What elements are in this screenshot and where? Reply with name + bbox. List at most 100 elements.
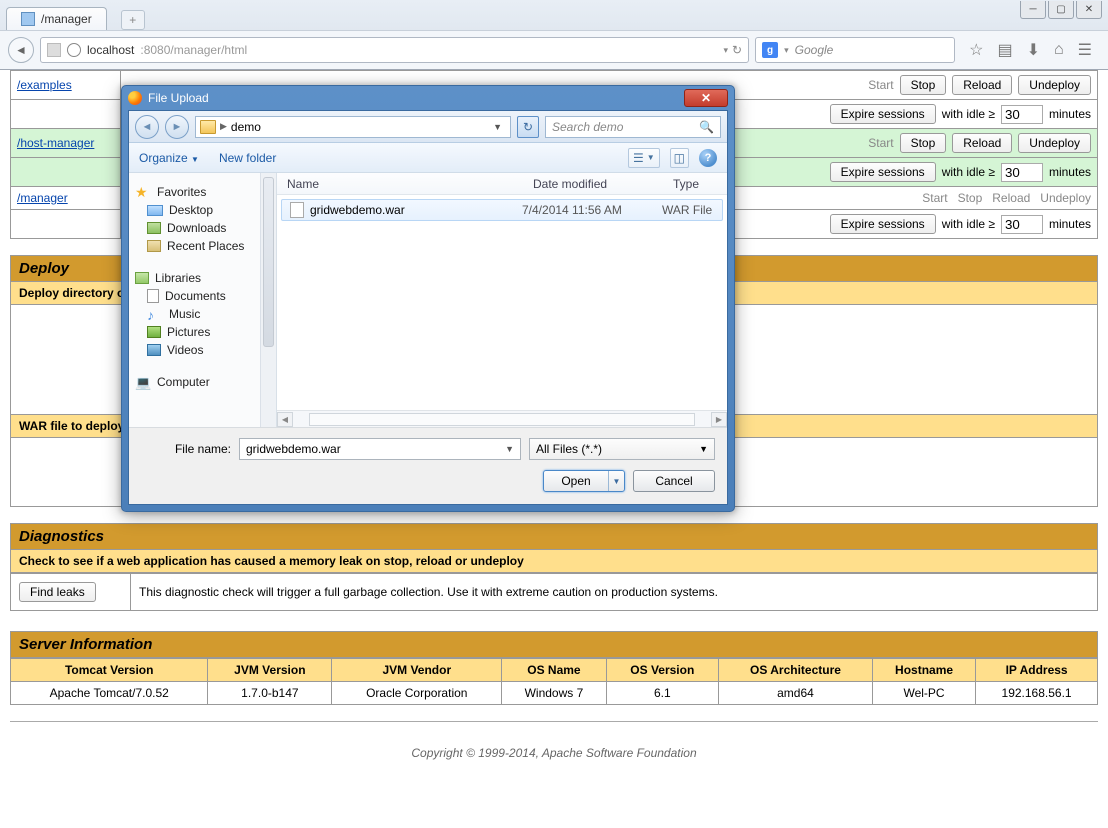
sidebar-desktop[interactable]: Desktop — [129, 201, 276, 219]
dialog-sidebar: ★Favorites Desktop Downloads Recent Plac… — [129, 173, 277, 427]
idle-input[interactable] — [1001, 215, 1043, 234]
stop-button[interactable]: Stop — [900, 75, 947, 95]
browser-search-input[interactable]: g ▾ Google — [755, 37, 955, 63]
dialog-nav: ◄ ► ▶ demo ▼ ↻ Search demo 🔍 — [129, 111, 727, 143]
tab-title: /manager — [41, 12, 92, 26]
preview-pane-button[interactable]: ◫ — [670, 148, 689, 168]
dialog-close-button[interactable]: ✕ — [684, 89, 728, 107]
dialog-search-input[interactable]: Search demo 🔍 — [545, 116, 721, 138]
copyright: Copyright © 1999-2014, Apache Software F… — [0, 746, 1108, 760]
undeploy-button[interactable]: Undeploy — [1018, 133, 1091, 153]
url-host: localhost — [87, 43, 134, 57]
url-input[interactable]: localhost:8080/manager/html ▾ ↻ — [40, 37, 749, 63]
scroll-right-button[interactable]: ▶ — [711, 412, 727, 427]
downloads-icon[interactable]: ⬇ — [1027, 40, 1040, 60]
sidebar-computer[interactable]: 💻Computer — [129, 373, 276, 391]
home-icon[interactable]: ⌂ — [1054, 41, 1064, 59]
expire-sessions-button[interactable]: Expire sessions — [830, 162, 936, 182]
favicon-icon — [21, 12, 35, 26]
sidebar-downloads[interactable]: Downloads — [129, 219, 276, 237]
file-type-select[interactable]: All Files (*.*)▼ — [529, 438, 715, 460]
file-hscrollbar[interactable]: ◀ ▶ — [277, 410, 727, 427]
open-button[interactable]: Open▼ — [543, 470, 625, 492]
diagnostics-header: Diagnostics — [10, 523, 1098, 550]
organize-menu[interactable]: Organize ▼ — [139, 151, 199, 165]
identity-icon — [47, 43, 61, 57]
reload-icon[interactable]: ↻ — [732, 43, 742, 57]
menu-icon[interactable]: ☰ — [1078, 40, 1092, 60]
column-name[interactable]: Name — [277, 177, 523, 191]
chevron-down-icon[interactable]: ▼ — [505, 444, 514, 454]
cancel-button[interactable]: Cancel — [633, 470, 715, 492]
bookmark-icon[interactable]: ☆ — [969, 40, 983, 60]
open-dropdown-icon[interactable]: ▼ — [608, 471, 624, 491]
reader-icon[interactable]: ▤ — [997, 40, 1012, 60]
expire-sessions-button[interactable]: Expire sessions — [830, 214, 936, 234]
sidebar-music[interactable]: ♪Music — [129, 305, 276, 323]
libraries-icon — [135, 272, 149, 284]
list-icon: ☰ — [633, 151, 644, 165]
app-path[interactable]: /examples — [17, 78, 72, 92]
reload-button[interactable]: Reload — [952, 75, 1012, 95]
stop-button[interactable]: Stop — [900, 133, 947, 153]
chevron-right-icon: ▶ — [220, 121, 227, 132]
back-button[interactable]: ◄ — [8, 37, 34, 63]
browser-chrome: ─ ▢ ✕ /manager + ◄ localhost:8080/manage… — [0, 0, 1108, 70]
undeploy-button[interactable]: Undeploy — [1018, 75, 1091, 95]
desktop-icon — [147, 205, 163, 216]
file-row[interactable]: gridwebdemo.war 7/4/2014 11:56 AM WAR Fi… — [281, 199, 723, 221]
scrollbar-thumb[interactable] — [263, 177, 274, 347]
idle-suffix: minutes — [1049, 107, 1091, 121]
dialog-titlebar[interactable]: File Upload ✕ — [122, 86, 734, 110]
url-extras: ▾ ↻ — [724, 43, 743, 57]
file-date: 7/4/2014 11:56 AM — [522, 203, 662, 217]
nav-back-button[interactable]: ◄ — [135, 115, 159, 139]
navigation-bar: ◄ localhost:8080/manager/html ▾ ↻ g ▾ Go… — [0, 30, 1108, 69]
sidebar-favorites[interactable]: ★Favorites — [129, 183, 276, 201]
scroll-left-button[interactable]: ◀ — [277, 412, 293, 427]
new-tab-button[interactable]: + — [121, 10, 145, 30]
folder-icon — [200, 120, 216, 134]
search-placeholder: Google — [795, 43, 834, 57]
google-icon: g — [762, 42, 778, 58]
close-window-button[interactable]: ✕ — [1076, 1, 1102, 19]
new-folder-button[interactable]: New folder — [219, 151, 276, 165]
toolbar-icons: ☆ ▤ ⬇ ⌂ ☰ — [961, 40, 1100, 60]
app-path[interactable]: /manager — [17, 191, 68, 205]
breadcrumb-item[interactable]: demo — [231, 120, 261, 134]
file-icon — [290, 202, 304, 218]
app-path[interactable]: /host-manager — [17, 136, 94, 150]
tab-bar: /manager + — [0, 0, 1108, 30]
filename-input[interactable]: gridwebdemo.war▼ — [239, 438, 521, 460]
nav-forward-button[interactable]: ► — [165, 115, 189, 139]
downloads-icon — [147, 222, 161, 234]
chevron-down-icon[interactable]: ▼ — [493, 122, 506, 132]
minimize-button[interactable]: ─ — [1020, 1, 1046, 19]
find-leaks-button[interactable]: Find leaks — [19, 582, 96, 602]
sidebar-recent[interactable]: Recent Places — [129, 237, 276, 255]
sidebar-scrollbar[interactable] — [260, 173, 276, 427]
videos-icon — [147, 344, 161, 356]
sidebar-pictures[interactable]: Pictures — [129, 323, 276, 341]
view-mode-button[interactable]: ☰▼ — [628, 148, 660, 168]
maximize-button[interactable]: ▢ — [1048, 1, 1074, 19]
search-icon: 🔍 — [699, 120, 714, 134]
browser-tab[interactable]: /manager — [6, 7, 107, 30]
expire-sessions-button[interactable]: Expire sessions — [830, 104, 936, 124]
reload-button[interactable]: Reload — [952, 133, 1012, 153]
file-name: gridwebdemo.war — [310, 203, 522, 217]
breadcrumb[interactable]: ▶ demo ▼ — [195, 116, 511, 138]
column-type[interactable]: Type — [663, 177, 727, 191]
recent-icon — [147, 240, 161, 252]
dropdown-icon[interactable]: ▾ — [724, 45, 729, 56]
sidebar-libraries[interactable]: Libraries — [129, 269, 276, 287]
refresh-button[interactable]: ↻ — [517, 116, 539, 138]
sidebar-documents[interactable]: Documents — [129, 287, 276, 305]
sidebar-videos[interactable]: Videos — [129, 341, 276, 359]
help-button[interactable]: ? — [699, 149, 717, 167]
idle-input[interactable] — [1001, 163, 1043, 182]
file-upload-dialog: File Upload ✕ ◄ ► ▶ demo ▼ ↻ Search demo… — [121, 85, 735, 512]
idle-input[interactable] — [1001, 105, 1043, 124]
column-date[interactable]: Date modified — [523, 177, 663, 191]
document-icon — [147, 289, 159, 303]
